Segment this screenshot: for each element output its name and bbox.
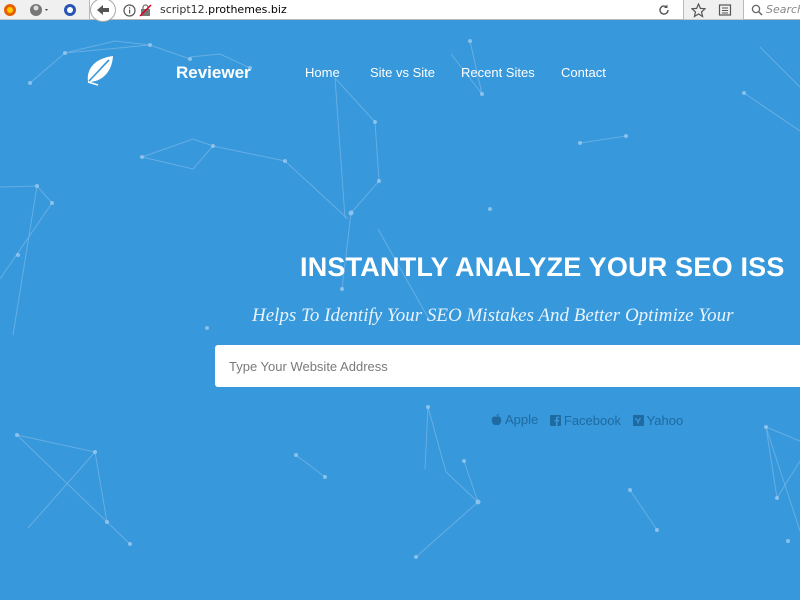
url-host: prothemes.biz [208, 3, 287, 16]
reading-list-icon[interactable] [717, 2, 733, 18]
apple-icon [491, 413, 502, 425]
example-apple-label: Apple [505, 412, 539, 427]
info-icon[interactable] [121, 2, 137, 18]
search-icon [749, 2, 765, 18]
yahoo-icon [632, 414, 644, 426]
example-apple[interactable]: Apple [491, 412, 538, 427]
leaf-logo-icon[interactable] [84, 54, 116, 91]
reload-icon[interactable] [656, 2, 672, 18]
bookmark-star-icon[interactable] [690, 2, 706, 18]
hero-subline: Helps To Identify Your SEO Mistakes And … [252, 305, 734, 326]
example-yahoo[interactable]: Yahoo [632, 412, 684, 428]
browser-search-placeholder: Search [766, 3, 800, 16]
hero-section: Reviewer Home Site vs Site Recent Sites … [0, 21, 800, 600]
nav-contact[interactable]: Contact [561, 65, 606, 80]
insecure-connection-icon[interactable] [137, 2, 153, 18]
nav-home[interactable]: Home [305, 65, 340, 80]
nav-site-vs-site[interactable]: Site vs Site [370, 65, 435, 80]
browser-toolbar: script12.prothemes.biz Search [0, 0, 800, 22]
url-text[interactable]: script12.prothemes.biz [160, 3, 287, 16]
example-yahoo-label: Yahoo [646, 412, 684, 428]
facebook-icon [549, 414, 561, 426]
firefox-icon[interactable] [2, 2, 18, 18]
url-prefix: script12. [160, 3, 209, 16]
example-facebook[interactable]: Facebook [549, 412, 621, 428]
example-sites: Apple Facebook Yahoo [491, 412, 691, 429]
nav-recent-sites[interactable]: Recent Sites [461, 65, 535, 80]
hero-headline: INSTANTLY ANALYZE YOUR SEO ISS [300, 252, 785, 282]
example-facebook-label: Facebook [563, 412, 621, 428]
extension-icon[interactable] [62, 2, 78, 18]
brand-name[interactable]: Reviewer [176, 63, 251, 83]
website-address-input[interactable] [215, 345, 800, 387]
identity-menu-icon[interactable] [28, 2, 52, 18]
back-arrow-icon [97, 5, 109, 15]
